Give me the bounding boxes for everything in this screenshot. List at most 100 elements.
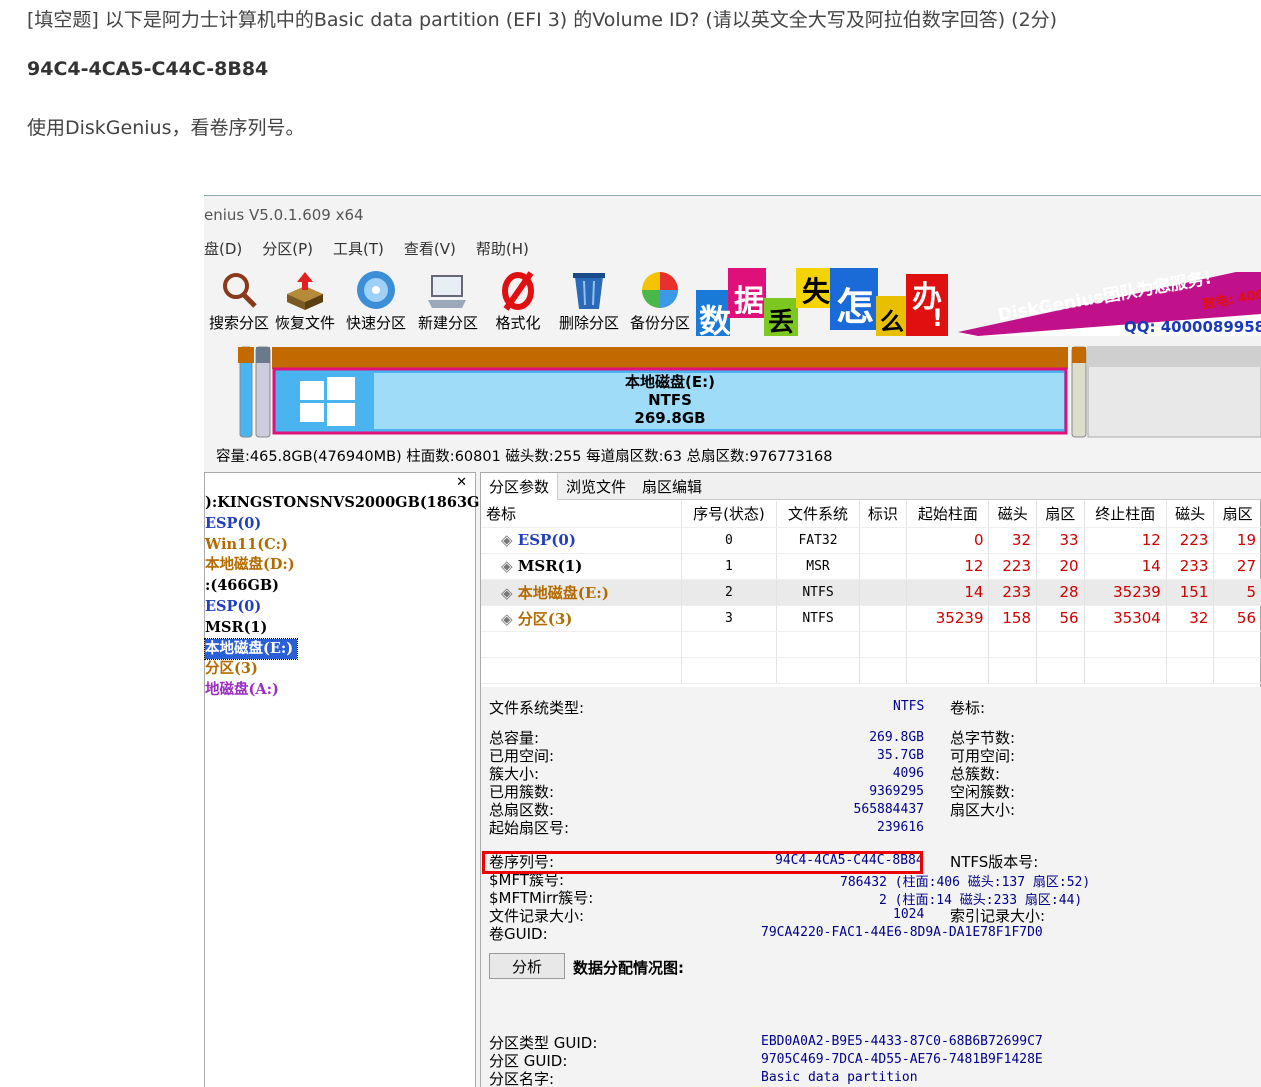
drive-icon: [413, 268, 483, 312]
volume-guid-value: 79CA4220-FAC1-44E6-8D9A-DA1E78F1F7D0: [761, 925, 1043, 940]
partition-name: 本地磁盘(E:): [625, 373, 715, 391]
partition-fs: NTFS: [648, 391, 692, 409]
detail-label: 扇区大小:: [950, 801, 1016, 819]
detail-label: 可用空间:: [950, 747, 1016, 765]
close-icon[interactable]: ✕: [456, 475, 467, 490]
column-header[interactable]: 扇区: [1036, 501, 1085, 528]
table-row[interactable]: ◈ ESP(0) 0 FAT32 0 32 33 12 223 19: [481, 527, 1261, 554]
cell-sc: 14: [906, 579, 990, 606]
column-header[interactable]: 扇区: [1213, 501, 1261, 528]
partition-label-cell: ◈ 本地磁盘(E:): [481, 579, 682, 606]
tree-item[interactable]: MSR(1): [205, 618, 499, 639]
question-text: [填空题] 以下是阿力士计算机中的Basic data partition (E…: [27, 9, 1058, 31]
menu-help[interactable]: 帮助(H): [476, 238, 529, 259]
tree-item[interactable]: ESP(0): [205, 597, 499, 618]
format-icon: [483, 268, 553, 312]
partition-drive-icon: ◈: [501, 583, 518, 602]
detail-label: 起始扇区号:: [489, 819, 570, 837]
menu-disk[interactable]: 盘(D): [204, 238, 242, 259]
cell-eh: 223: [1166, 527, 1215, 554]
tab-browse-files[interactable]: 浏览文件: [558, 473, 634, 500]
tree-item[interactable]: 地磁盘(A:): [205, 680, 499, 701]
column-header[interactable]: 标识: [859, 501, 908, 528]
cell-idx: 0: [681, 527, 778, 554]
menu-view[interactable]: 查看(V): [404, 238, 456, 259]
cell-fs: FAT32: [776, 527, 860, 554]
fs-type-value: NTFS: [893, 699, 925, 714]
cell-sh: 223: [988, 553, 1038, 580]
disk-partition-bar[interactable]: 本地磁盘(E:) NTFS 269.8GB: [238, 345, 1261, 440]
recover-box-icon: [270, 268, 340, 312]
table-row[interactable]: ◈ MSR(1) 1 MSR 12 223 20 14 233 27: [481, 553, 1261, 580]
method-text: 使用DiskGenius，看卷序列号。: [27, 117, 305, 139]
diskgenius-screenshot: enius V5.0.1.609 x64 盘(D) 分区(P) 工具(T) 查看…: [204, 195, 1261, 1087]
table-row[interactable]: ◈ 分区(3) 3 NTFS 35239 158 56 35304 32 56: [481, 605, 1261, 632]
banner-char: 怎: [836, 285, 875, 329]
column-header[interactable]: 序号(状态): [681, 501, 778, 528]
new-partition-button[interactable]: 新建分区: [413, 268, 483, 333]
partition-details-pane: 分区参数 浏览文件 扇区编辑 卷标 序号(状态) 文件系统 标识 起始柱面 磁头 扇区 终止柱…: [480, 472, 1261, 1087]
cell-ss: 33: [1036, 527, 1085, 554]
cell-sc: 0: [906, 527, 990, 554]
column-header[interactable]: 起始柱面: [906, 501, 990, 528]
menu-tools[interactable]: 工具(T): [333, 238, 384, 259]
partition-name-value: Basic data partition: [761, 1070, 918, 1085]
detail-label: 总字节数:: [950, 729, 1016, 747]
partition-label: ESP(0): [517, 531, 576, 549]
disk-info: 容量:465.8GB(476940MB) 柱面数:60801 磁头数:255 每…: [216, 449, 833, 465]
column-header[interactable]: 文件系统: [776, 501, 860, 528]
menu-partition[interactable]: 分区(P): [262, 238, 313, 259]
fs-type-label: 文件系统类型:: [489, 699, 585, 717]
partition-label: 分区(3): [517, 609, 573, 628]
analyze-button[interactable]: 分析: [489, 953, 565, 979]
format-button[interactable]: 格式化: [483, 268, 553, 333]
partition-drive-icon: ◈: [501, 609, 518, 628]
partition-name-label: 分区名字:: [489, 1070, 555, 1087]
backup-partition-button[interactable]: 备份分区: [625, 268, 695, 333]
ntfs-version-label: NTFS版本号:: [950, 853, 1039, 871]
cell-idx: 3: [681, 605, 778, 632]
tab-sector-edit[interactable]: 扇区编辑: [634, 473, 710, 500]
cell-sh: 32: [988, 527, 1038, 554]
column-header[interactable]: 磁头: [1166, 501, 1215, 528]
partition-label-cell: ◈ ESP(0): [481, 527, 682, 554]
column-header[interactable]: 磁头: [988, 501, 1038, 528]
tree-item[interactable]: ESP(0): [205, 514, 499, 535]
cell-ec: 35304: [1084, 605, 1167, 632]
cell-eh: 233: [1166, 553, 1215, 580]
partition-type-guid-value: EBD0A0A2-B9E5-4433-87C0-68B6B72699C7: [761, 1034, 1043, 1049]
table-row[interactable]: ◈ 本地磁盘(E:) 2 NTFS 14 233 28 35239 151 5: [481, 579, 1261, 606]
detail-label: 总簇数:: [950, 765, 1001, 783]
partition-label: MSR(1): [517, 557, 583, 575]
banner-char: 失: [802, 275, 831, 308]
detail-label-list: 总字节数: 可用空间: 总簇数: 空闲簇数: 扇区大小:: [950, 729, 1015, 819]
cell-sc: 12: [906, 553, 990, 580]
banner-char: 据: [734, 284, 764, 319]
banner-char: 丢: [768, 308, 795, 338]
cell-sh: 158: [988, 605, 1038, 632]
answer-text: 94C4-4CA5-C44C-8B84: [27, 58, 269, 80]
record-size-value: 1024: [893, 907, 925, 922]
tree-item[interactable]: :(466GB): [205, 576, 499, 597]
tab-partition-params[interactable]: 分区参数: [481, 473, 559, 500]
column-header[interactable]: 终止柱面: [1084, 501, 1167, 528]
tree-item[interactable]: 本地磁盘(E:): [204, 637, 299, 661]
cell-fs: MSR: [776, 553, 860, 580]
tree-item[interactable]: Win11(C:): [205, 535, 499, 556]
delete-partition-button[interactable]: 删除分区: [554, 268, 624, 333]
search-partition-button[interactable]: 搜索分区: [204, 268, 274, 333]
detail-label: 空闲簇数:: [950, 783, 1016, 801]
column-header[interactable]: 卷标: [481, 501, 682, 528]
cell-sc: 35239: [906, 605, 990, 632]
cell-es: 56: [1213, 605, 1261, 632]
tree-item[interactable]: 分区(3): [205, 659, 499, 680]
tree-item[interactable]: ):KINGSTONSNVS2000GB(1863GB): [205, 493, 499, 514]
tree-item[interactable]: 本地磁盘(D:): [205, 555, 499, 576]
recover-files-button[interactable]: 恢复文件: [270, 268, 340, 333]
promo-banner[interactable]: 数 据 丢 失 怎 么 办 ! DiskGenius团队为您服务! 致电: 40…: [696, 268, 1261, 340]
cell-id: [859, 605, 908, 632]
empty-row: [481, 657, 1261, 684]
cell-es: 27: [1213, 553, 1261, 580]
cell-es: 19: [1213, 527, 1261, 554]
quick-partition-button[interactable]: 快速分区: [341, 268, 411, 333]
